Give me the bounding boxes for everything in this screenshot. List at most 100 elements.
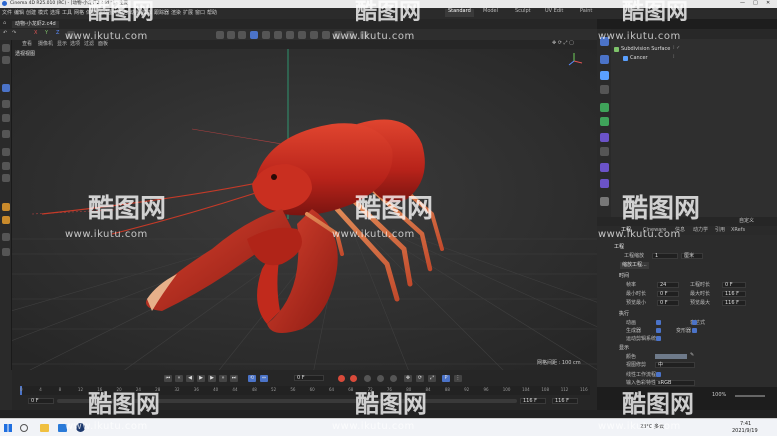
loop-icon[interactable]: ⟲ (248, 375, 256, 382)
object-row[interactable]: Cancer ⁞ (611, 55, 777, 63)
execute-motion-system-checkbox[interactable] (656, 336, 661, 341)
deformer-icon[interactable] (600, 133, 609, 142)
render-picture-icon[interactable] (227, 31, 235, 39)
autokey-icon[interactable] (350, 375, 357, 382)
goto-start-icon[interactable]: ⏮ (164, 375, 172, 382)
brush-icon[interactable] (2, 203, 10, 211)
cube-primitive-icon[interactable] (600, 55, 609, 64)
scene-icon[interactable] (600, 163, 609, 172)
menu-help[interactable]: 帮助 (207, 11, 217, 16)
paint-icon[interactable] (2, 216, 10, 224)
axis-z-icon[interactable]: Z (56, 31, 59, 36)
key-selection-icon[interactable] (377, 375, 384, 382)
left-range-field[interactable]: 0 F (28, 398, 54, 404)
menu-select[interactable]: 选择 (50, 11, 60, 16)
windows-start-icon[interactable] (4, 424, 12, 432)
menu-tracker[interactable]: 跟踪器 (154, 11, 169, 16)
maximize-button[interactable]: □ (753, 1, 758, 6)
motion-path-icon[interactable] (390, 375, 397, 382)
menu-mograph[interactable]: 运动图形 (98, 11, 118, 16)
record-icon[interactable] (338, 375, 345, 382)
camera-icon[interactable] (334, 31, 342, 39)
camera-object-icon[interactable] (600, 179, 609, 188)
axis-y-icon[interactable]: Y (45, 31, 48, 36)
visibility-dots[interactable]: ⁞ (673, 55, 675, 60)
file-tab[interactable]: 动物-小龙虾2.c4d (12, 21, 59, 28)
tab-info[interactable]: 信息 (675, 228, 685, 233)
pen-icon[interactable] (262, 31, 270, 39)
scale-key-icon[interactable]: ⤢ (428, 375, 436, 382)
menu-mesh[interactable]: 网格 (74, 11, 84, 16)
play-icon[interactable]: ▶ (197, 375, 205, 382)
polygons-mode-icon[interactable] (2, 174, 10, 182)
live-selection-icon[interactable] (2, 56, 10, 64)
param-key-icon[interactable]: P (442, 375, 450, 382)
goto-end-icon[interactable]: ⏭ (230, 375, 238, 382)
execute-generators-checkbox[interactable] (656, 328, 661, 333)
menu-tools[interactable]: 工具 (62, 11, 72, 16)
weather-widget[interactable]: 23°C 多云 (640, 425, 664, 430)
color-profile-select[interactable]: sRGB (655, 380, 695, 386)
search-taskbar-icon[interactable] (20, 424, 28, 432)
project-scale-unit[interactable]: 厘米 (681, 253, 703, 259)
menu-simulate[interactable]: 模拟 (142, 11, 152, 16)
fps-field[interactable]: 24 (657, 282, 679, 288)
zoom-slider[interactable] (735, 395, 765, 397)
end-range-field[interactable]: 116 F (520, 398, 546, 404)
scale-project-button[interactable]: 缩放工程... (620, 262, 649, 269)
viewport-nav-icons[interactable]: ✥ ⟳ ⤢ ▢ (552, 41, 574, 46)
viewport-menu-camera[interactable]: 摄像机 (38, 42, 53, 47)
minimize-button[interactable]: — (740, 1, 745, 6)
visibility-dots[interactable]: ⁞ ✓ (673, 46, 680, 51)
snap-icon[interactable] (360, 31, 368, 39)
range-icon[interactable]: ⇔ (260, 375, 268, 382)
menu-volume[interactable]: 体积 (86, 11, 96, 16)
menu-character[interactable]: 角色 (118, 11, 128, 16)
light-icon[interactable] (346, 31, 354, 39)
field-icon[interactable] (310, 31, 318, 39)
min-time-field[interactable]: 0 F (657, 291, 679, 297)
prev-key-icon[interactable]: « (175, 375, 183, 382)
keyframe-icon[interactable] (364, 375, 371, 382)
menu-extensions[interactable]: 扩展 (183, 11, 193, 16)
execute-deformers-checkbox[interactable] (692, 328, 697, 333)
menu-mode[interactable]: 模式 (38, 11, 48, 16)
clock-time[interactable]: 7:41 (740, 422, 751, 427)
project-time-field[interactable]: 0 F (722, 282, 746, 288)
section-execute[interactable]: 执行 (619, 312, 629, 317)
current-frame-field[interactable]: 0 F (294, 375, 324, 381)
tag-icon[interactable] (600, 147, 609, 156)
execute-expressions-checkbox[interactable] (692, 320, 697, 325)
edges-mode-icon[interactable] (2, 162, 10, 170)
prev-frame-icon[interactable]: ◀ (186, 375, 194, 382)
move-key-icon[interactable]: ✥ (404, 375, 412, 382)
points-mode-icon[interactable] (2, 148, 10, 156)
max-time-field[interactable]: 116 F (722, 291, 746, 297)
floor-icon[interactable] (322, 31, 330, 39)
cloner-icon[interactable] (600, 117, 609, 126)
viewport-menu-display[interactable]: 显示 (57, 42, 67, 47)
close-button[interactable]: ✕ (766, 1, 770, 6)
color-swatch[interactable] (655, 354, 687, 359)
next-key-icon[interactable]: » (219, 375, 227, 382)
move-icon[interactable] (2, 84, 10, 92)
tab-dynamics[interactable]: 动力学 (693, 228, 708, 233)
sculpt-icon[interactable] (2, 248, 10, 256)
array-icon[interactable] (286, 31, 294, 39)
preview-max-field[interactable]: 116 F (722, 300, 746, 306)
clock-date[interactable]: 2021/9/19 (732, 429, 758, 434)
mode-tab-sculpt[interactable]: Sculpt (515, 9, 531, 17)
bend-icon[interactable] (298, 31, 306, 39)
transform-icon[interactable] (2, 130, 10, 138)
tab-project[interactable]: 工程 (621, 228, 631, 233)
redo-icon[interactable]: ↷ (12, 31, 16, 36)
explorer-taskbar-icon[interactable] (40, 424, 49, 432)
select-icon[interactable] (2, 44, 10, 52)
text-spline-icon[interactable] (600, 85, 609, 94)
tab-cineware[interactable]: Cineware (643, 228, 666, 233)
execute-animation-checkbox[interactable] (656, 320, 661, 325)
menu-file[interactable]: 文件 (2, 11, 12, 16)
mode-tab-standard[interactable]: Standard (445, 9, 474, 17)
tab-references[interactable]: 引用 (715, 228, 725, 233)
object-row[interactable]: Subdivision Surface ⁞ ✓ (611, 46, 777, 54)
